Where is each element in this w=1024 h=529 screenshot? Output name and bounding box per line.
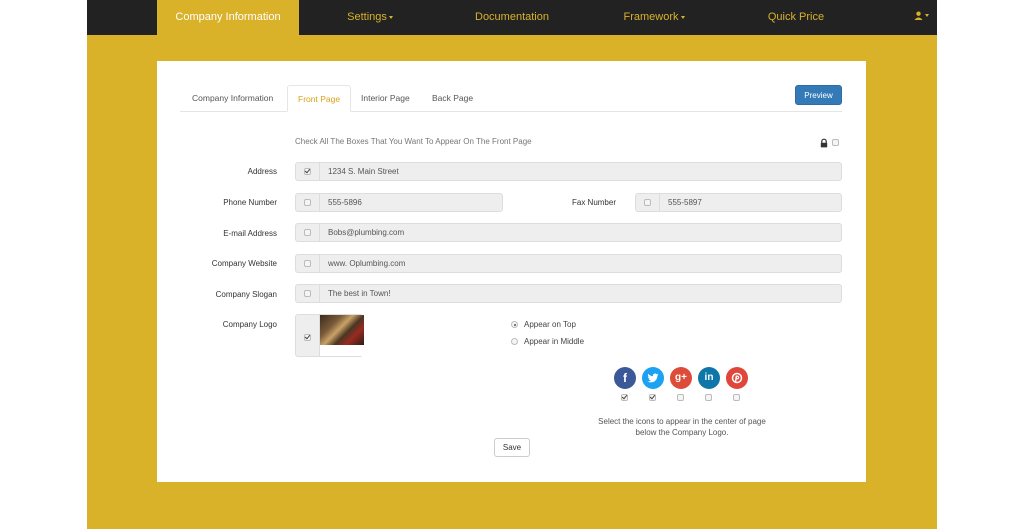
- website-label: Company Website: [211, 259, 277, 268]
- twitter-icon[interactable]: [642, 367, 664, 389]
- logo-field: [295, 314, 364, 357]
- preview-button[interactable]: Preview: [795, 85, 842, 105]
- phone-value[interactable]: 555-5896: [320, 194, 362, 211]
- instruction-text: Check All The Boxes That You Want To App…: [295, 137, 532, 146]
- social-note-line2: below the Company Logo.: [635, 428, 729, 437]
- email-label: E-mail Address: [223, 229, 277, 238]
- email-value[interactable]: Bobs@plumbing.com: [320, 224, 404, 241]
- slogan-field: The best in Town!: [295, 284, 842, 303]
- caret-down-icon: [680, 15, 685, 19]
- logo-photo: [320, 315, 364, 345]
- facebook-icon[interactable]: f: [614, 367, 636, 389]
- address-label: Address: [247, 167, 277, 176]
- nav-framework[interactable]: Framework: [583, 0, 725, 35]
- address-field: 1234 S. Main Street: [295, 162, 842, 181]
- slogan-value[interactable]: The best in Town!: [320, 285, 391, 302]
- facebook-checkbox[interactable]: [621, 394, 628, 401]
- nav-quick-price[interactable]: Quick Price: [725, 0, 867, 35]
- website-addon: [296, 255, 320, 272]
- website-field: www. Oplumbing.com: [295, 254, 842, 273]
- website-value[interactable]: www. Oplumbing.com: [320, 255, 405, 272]
- front-page-panel: Company Information Front Page Interior …: [157, 61, 866, 482]
- logo-checkbox[interactable]: [304, 334, 311, 341]
- save-button[interactable]: Save: [494, 438, 530, 457]
- company-logo-image[interactable]: [319, 315, 364, 356]
- pinterest-checkbox[interactable]: [733, 394, 740, 401]
- lock-icon: [820, 138, 828, 148]
- website-checkbox[interactable]: [304, 260, 311, 267]
- fax-field: 555-5897: [635, 193, 842, 212]
- nav-settings[interactable]: Settings: [299, 0, 441, 35]
- nav-company-information[interactable]: Company Information: [157, 0, 299, 35]
- nav-label: Framework: [623, 11, 679, 23]
- appear-on-top-radio[interactable]: [511, 321, 518, 328]
- tab-interior-page[interactable]: Interior Page: [351, 85, 420, 111]
- slogan-label: Company Slogan: [215, 290, 277, 299]
- phone-label: Phone Number: [223, 198, 277, 207]
- user-menu[interactable]: [914, 0, 929, 35]
- select-all-checkbox[interactable]: [832, 139, 839, 146]
- address-checkbox[interactable]: [304, 168, 311, 175]
- fax-checkbox[interactable]: [644, 199, 651, 206]
- fax-label: Fax Number: [571, 198, 616, 207]
- phone-field: 555-5896: [295, 193, 503, 212]
- nav-label: Quick Price: [767, 11, 825, 23]
- appear-in-middle-label: Appear in Middle: [524, 337, 585, 346]
- appear-on-top-label: Appear on Top: [524, 320, 576, 329]
- tab-back-page[interactable]: Back Page: [422, 85, 483, 111]
- tab-front-page[interactable]: Front Page: [287, 85, 352, 112]
- page-background: Company Information Settings Documentati…: [87, 0, 937, 529]
- linkedin-checkbox[interactable]: [705, 394, 712, 401]
- tab-bar: Company Information Front Page Interior …: [180, 85, 842, 112]
- nav-label: Documentation: [475, 11, 549, 23]
- caret-down-icon: [388, 15, 393, 19]
- email-addon: [296, 224, 320, 241]
- pinterest-icon[interactable]: [726, 367, 748, 389]
- google-plus-checkbox[interactable]: [677, 394, 684, 401]
- fax-addon: [636, 194, 660, 211]
- logo-label: Company Logo: [222, 320, 277, 329]
- slogan-checkbox[interactable]: [304, 290, 311, 297]
- linkedin-icon[interactable]: in: [698, 367, 720, 389]
- caret-down-icon: [925, 13, 929, 17]
- phone-checkbox[interactable]: [304, 199, 311, 206]
- twitter-checkbox[interactable]: [649, 394, 656, 401]
- appear-in-middle-radio[interactable]: [511, 338, 518, 345]
- top-navbar: Company Information Settings Documentati…: [87, 0, 937, 35]
- google-plus-icon[interactable]: g+: [670, 367, 692, 389]
- social-note-line1: Select the icons to appear in the center…: [598, 417, 766, 426]
- social-note: Select the icons to appear in the center…: [567, 416, 797, 438]
- fax-value[interactable]: 555-5897: [660, 194, 702, 211]
- nav-label: Company Information: [175, 11, 281, 23]
- slogan-addon: [296, 285, 320, 302]
- nav-label: Settings: [347, 11, 387, 23]
- phone-addon: [296, 194, 320, 211]
- tab-company-information[interactable]: Company Information: [182, 85, 283, 111]
- address-value[interactable]: 1234 S. Main Street: [320, 163, 399, 180]
- email-field: Bobs@plumbing.com: [295, 223, 842, 242]
- user-icon: [914, 11, 923, 20]
- email-checkbox[interactable]: [304, 229, 311, 236]
- address-addon: [296, 163, 320, 180]
- nav-documentation[interactable]: Documentation: [441, 0, 583, 35]
